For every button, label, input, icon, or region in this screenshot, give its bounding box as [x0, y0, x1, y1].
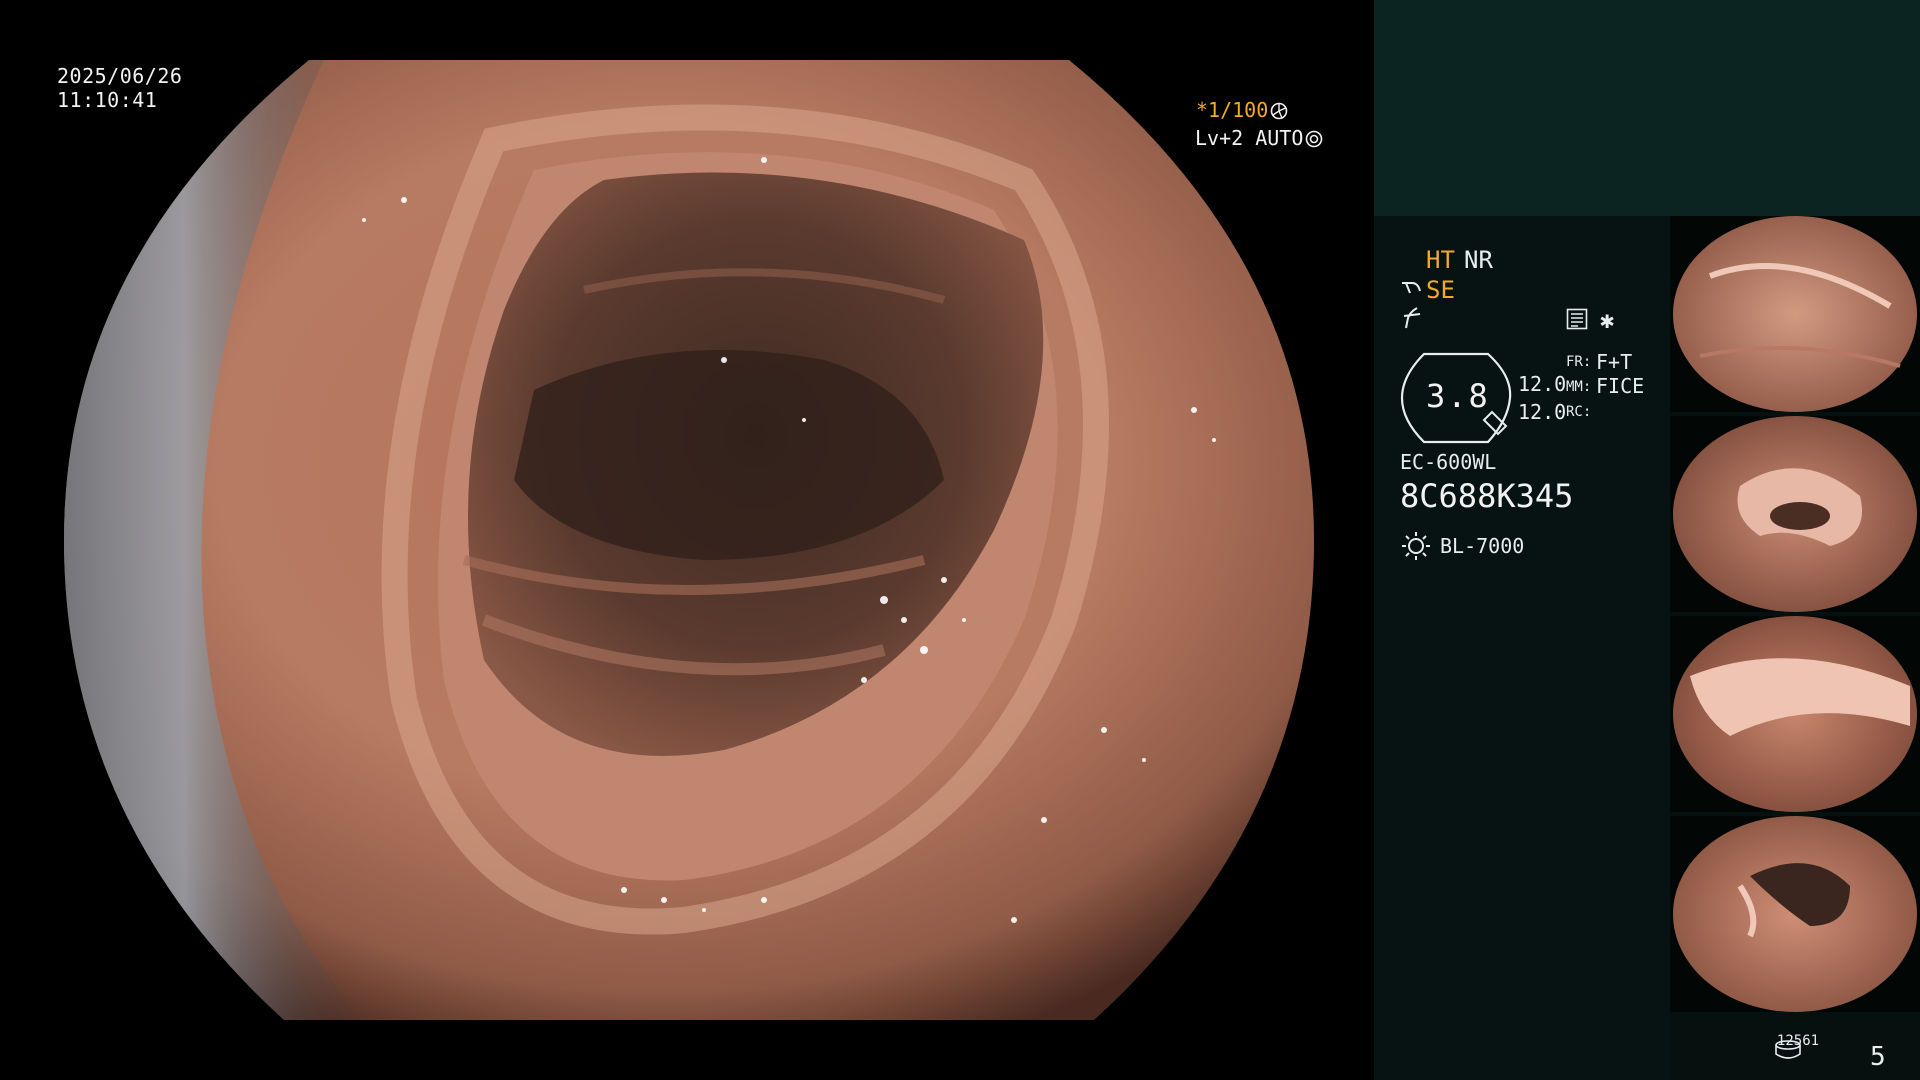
status-info-panel — [1374, 216, 1670, 1080]
asterisk-icon: ✱ — [1600, 306, 1615, 334]
page-number: 5 — [1870, 1042, 1886, 1072]
fr-key: FR: — [1566, 354, 1592, 370]
shutter-icon — [1270, 101, 1288, 125]
captured-image-thumbnail[interactable] — [1670, 216, 1920, 412]
se-indicator: SE — [1426, 276, 1455, 304]
setting-value-b: 12.0 — [1518, 400, 1567, 424]
exam-time: 11:10:41 — [57, 88, 158, 112]
fr-value: F+T — [1596, 350, 1633, 374]
rc-key: RC: — [1566, 404, 1592, 420]
scope-model: EC-600WL — [1400, 450, 1497, 474]
main-endoscope-view: 2025/06/26 11:10:41 *1/100 Lv+2 AUTO — [0, 0, 1374, 1080]
side-panel-header — [1374, 0, 1920, 216]
zoom-value: 3.8 — [1426, 377, 1490, 415]
light-source-icon — [1400, 530, 1432, 565]
captured-image-strip — [1670, 216, 1920, 1016]
mm-key: MM: — [1566, 379, 1592, 395]
captured-image-thumbnail[interactable] — [1670, 816, 1920, 1012]
exam-date: 2025/06/26 — [57, 64, 183, 88]
ht-indicator: HT — [1426, 246, 1455, 274]
memory-icon — [1566, 308, 1588, 333]
live-endoscope-image — [64, 60, 1314, 1020]
edge-enhance-icon — [1402, 306, 1424, 334]
nr-indicator: NR — [1464, 246, 1493, 274]
iris-icon — [1305, 129, 1323, 153]
brightness-level: Lv+2 AUTO — [1195, 126, 1304, 150]
endoscopy-screen: 2025/06/26 11:10:41 *1/100 Lv+2 AUTO HT … — [0, 0, 1920, 1080]
captured-image-thumbnail[interactable] — [1670, 416, 1920, 612]
brightness-level-indicator: Lv+2 AUTO — [1195, 126, 1323, 153]
side-panel: HT NR SE ✱ 3.8 12.0 12.0 FR: F+T MM: FIC… — [1374, 0, 1920, 1080]
mm-value: FICE — [1596, 374, 1645, 398]
structure-enhance-icon — [1400, 277, 1424, 302]
setting-value-a: 12.0 — [1518, 372, 1567, 396]
shutter-indicator: *1/100 — [1196, 98, 1374, 125]
shutter-speed: *1/100 — [1196, 98, 1269, 122]
scope-serial-number: 8C688K345 — [1400, 477, 1574, 515]
light-source-model: BL-7000 — [1440, 534, 1525, 558]
storage-icon — [1774, 1040, 1802, 1063]
captured-image-thumbnail[interactable] — [1670, 616, 1920, 812]
